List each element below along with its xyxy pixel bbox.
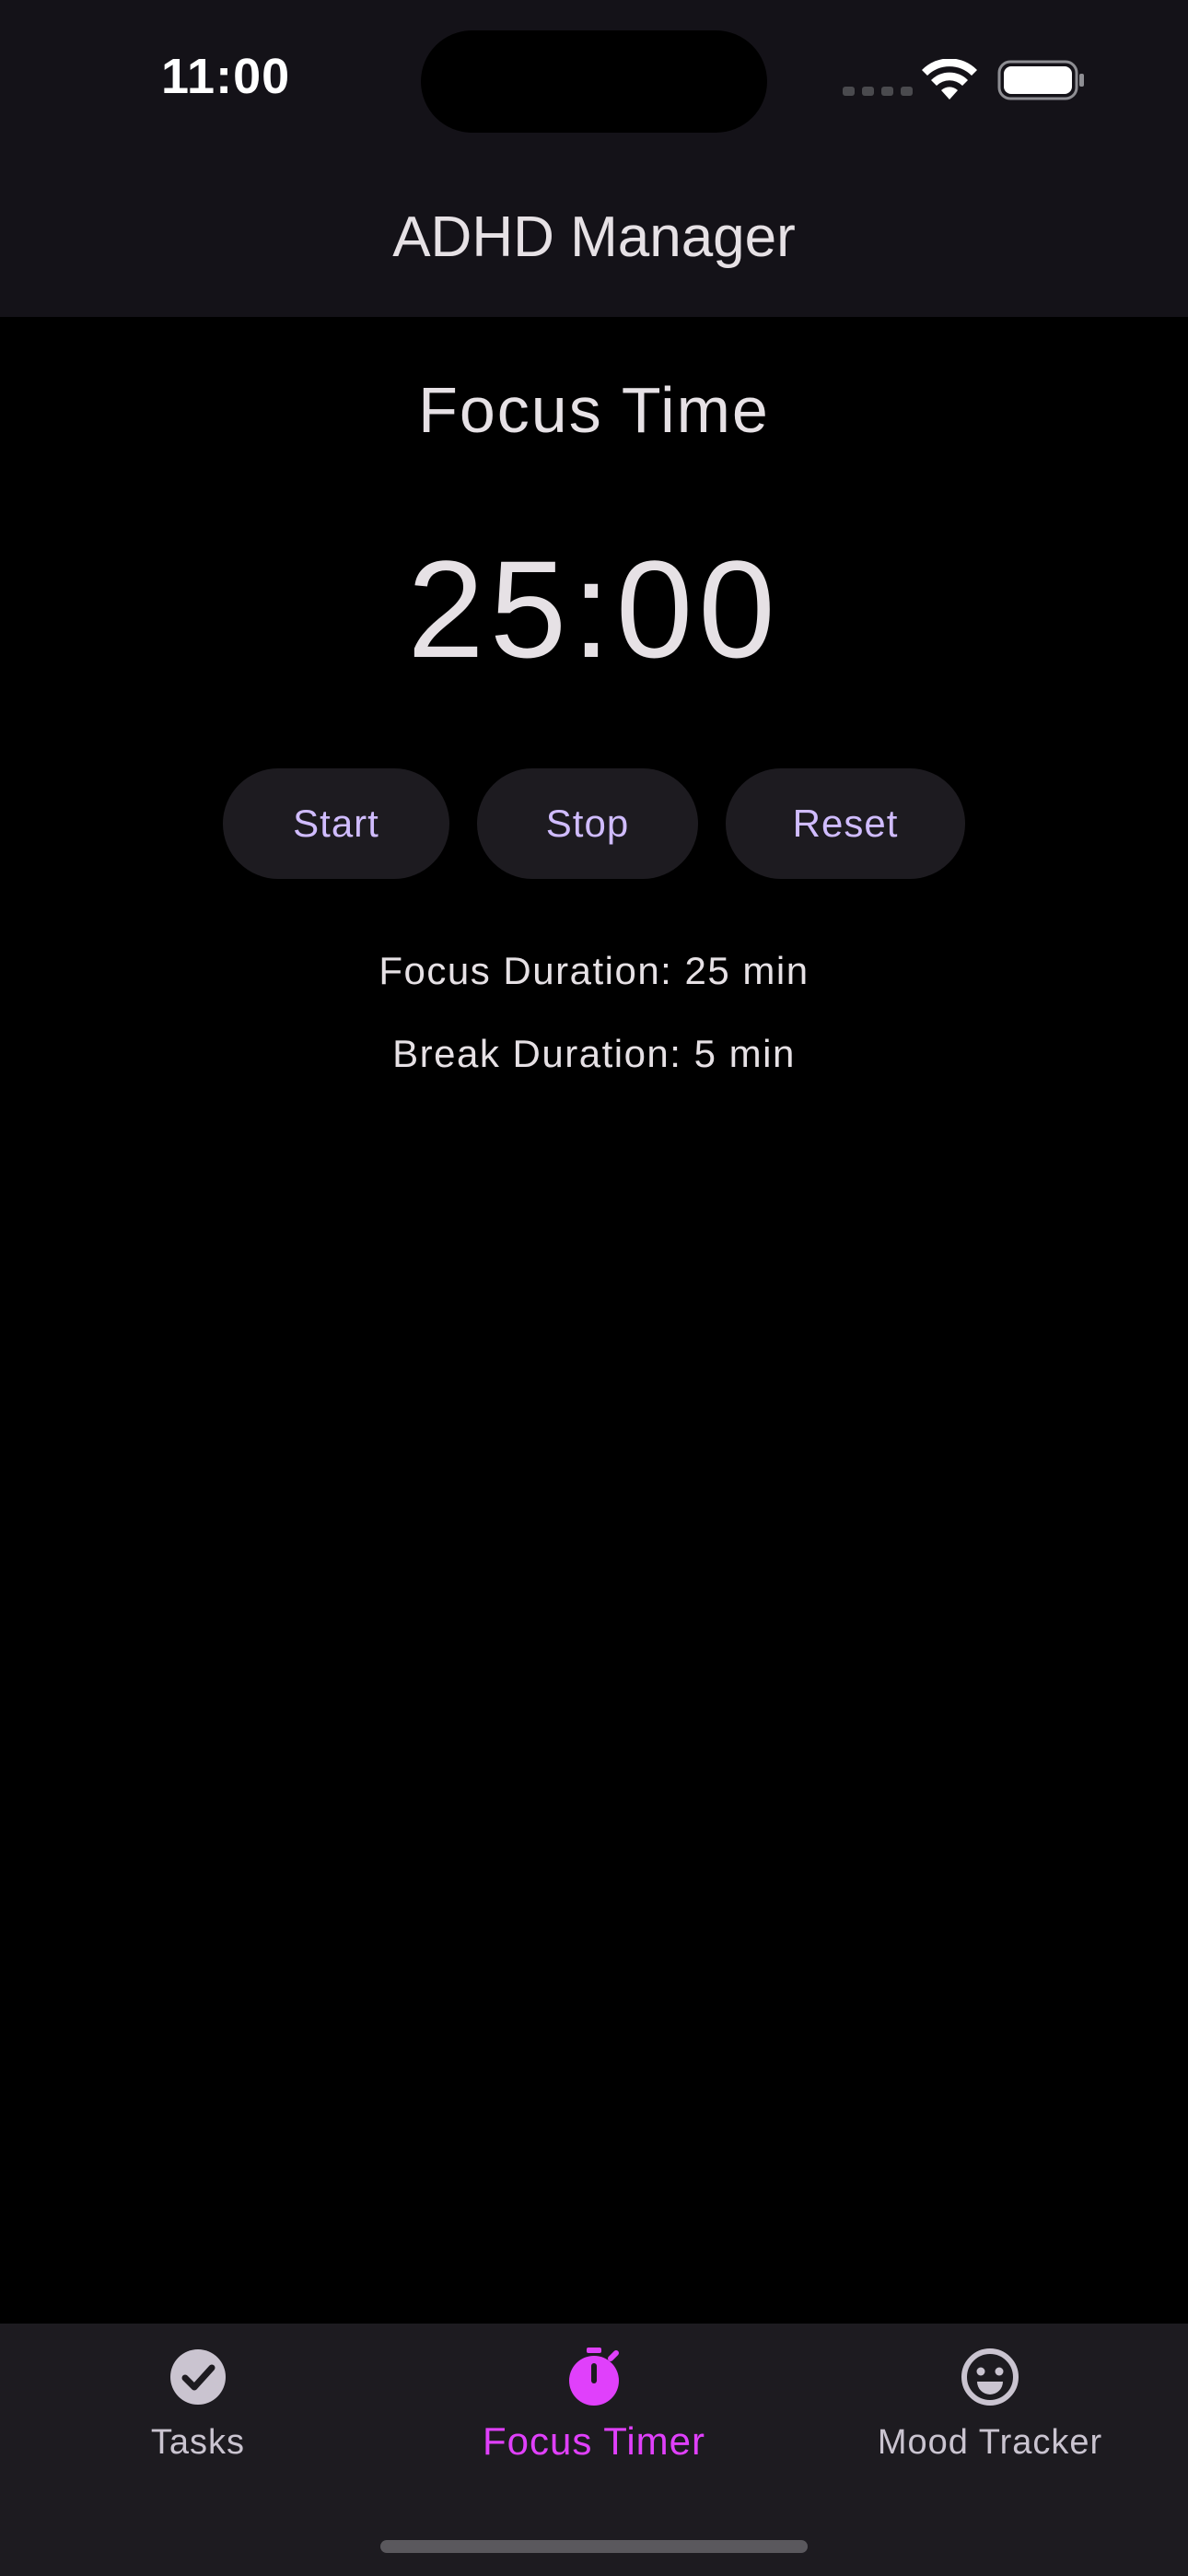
timer-display: 25:00	[407, 532, 781, 686]
start-button[interactable]: Start	[223, 768, 449, 879]
cellular-signal-icon	[843, 87, 913, 96]
stopwatch-icon	[569, 2348, 619, 2406]
home-indicator[interactable]	[380, 2540, 808, 2553]
nav-item-focus-timer[interactable]: Focus Timer	[396, 2324, 792, 2508]
reset-button[interactable]: Reset	[726, 768, 965, 879]
smiley-icon	[961, 2348, 1019, 2406]
wifi-icon	[922, 59, 977, 100]
nav-item-tasks[interactable]: Tasks	[0, 2324, 396, 2508]
nav-label-mood-tracker: Mood Tracker	[877, 2423, 1103, 2462]
app-title: ADHD Manager	[392, 205, 796, 269]
nav-label-focus-timer: Focus Timer	[482, 2419, 706, 2463]
bottom-navigation-bar: Tasks Focus Timer Mood Tracker	[0, 2324, 1188, 2576]
stop-button[interactable]: Stop	[477, 768, 698, 879]
nav-item-mood-tracker[interactable]: Mood Tracker	[792, 2324, 1188, 2508]
top-app-area: 11:00 ADHD Manager	[0, 0, 1188, 317]
dynamic-island	[421, 30, 767, 133]
battery-icon	[997, 60, 1084, 100]
focus-duration-text: Focus Duration: 25 min	[379, 949, 809, 992]
status-bar-time: 11:00	[161, 49, 291, 104]
check-circle-icon	[170, 2349, 226, 2405]
nav-label-tasks: Tasks	[150, 2423, 246, 2462]
focus-section-title: Focus Time	[418, 374, 770, 446]
break-duration-text: Break Duration: 5 min	[392, 1032, 796, 1075]
